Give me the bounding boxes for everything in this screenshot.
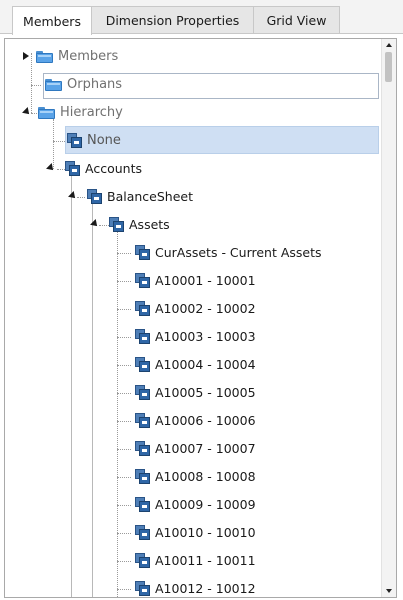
tree-item-label: Members [58,48,119,64]
tree-item-label: Accounts [85,160,142,176]
folder-icon [45,78,62,91]
tree-item-leaf[interactable]: A10001 - 10001 [135,267,256,293]
collapse-arrow-icon[interactable] [22,107,32,117]
member-icon [135,356,150,372]
member-icon [135,580,150,596]
tree-connector [117,232,118,597]
members-tree-panel: Members Orphans Hierarchy None Accounts [4,38,397,598]
member-icon [109,216,124,232]
tab-members-label: Members [23,13,81,29]
tree-connector [117,337,131,338]
tree-item-leaf[interactable]: A10004 - 10004 [135,351,256,377]
tree-connector [117,281,131,282]
tree-connector [117,477,131,478]
member-icon [65,160,80,176]
tree-item-leaf[interactable]: A10007 - 10007 [135,435,256,461]
tree-item-none[interactable]: None [67,127,121,153]
tree-item-label: A10010 - 10010 [155,524,256,540]
collapse-arrow-icon[interactable] [46,163,56,173]
tree-item-label: A10003 - 10003 [155,328,256,344]
tree-item-leaf[interactable]: A10005 - 10005 [135,379,256,405]
tree-item-leaf[interactable]: A10009 - 10009 [135,491,256,517]
tree-item-label: A10012 - 10012 [155,580,256,596]
folder-icon [38,106,55,119]
scrollbar-thumb[interactable] [385,52,392,82]
tree-item-label: A10006 - 10006 [155,412,256,428]
tree-item-hierarchy[interactable]: Hierarchy [22,99,123,125]
tree-item-label: None [87,132,121,148]
tab-dimension-properties[interactable]: Dimension Properties [91,6,254,34]
tree-item-orphans[interactable]: Orphans [45,71,122,97]
member-icon [87,188,102,204]
tab-members[interactable]: Members [12,6,92,35]
collapse-arrow-icon[interactable] [90,219,100,229]
member-icon [135,524,150,540]
scroll-up-icon[interactable] [386,43,392,47]
tree-connector [117,561,131,562]
tree-item-balancesheet[interactable]: BalanceSheet [68,183,193,209]
member-icon [135,272,150,288]
tree-connector [117,421,131,422]
member-icon [135,552,150,568]
tree-item-label: A10007 - 10007 [155,440,256,456]
tree-item-leaf[interactable]: A10010 - 10010 [135,519,256,545]
folder-icon [36,50,53,63]
tree-connector [31,85,41,86]
tree-connector [117,309,131,310]
tree-item-label: A10009 - 10009 [155,496,256,512]
tree-connector [117,393,131,394]
tree-item-label: Hierarchy [60,104,123,120]
tree-item-leaf[interactable]: A10011 - 10011 [135,547,256,573]
member-icon [67,132,82,148]
tree-connector [117,589,131,590]
tree-connector [117,253,131,254]
tree-connector [71,176,72,597]
tree-item-label: Orphans [67,76,123,92]
tree-item-leaf[interactable]: A10008 - 10008 [135,463,256,489]
collapse-arrow-icon[interactable] [68,191,78,201]
tree-item-leaf[interactable]: A10012 - 10012 [135,575,256,597]
tree-item-label: Assets [129,216,170,232]
member-icon [135,468,150,484]
tree-item-leaf[interactable]: CurAssets - Current Assets [135,239,322,265]
tree-item-label: BalanceSheet [107,188,193,204]
member-icon [135,300,150,316]
tree-item-label: A10011 - 10011 [155,552,256,568]
tree-connector [117,365,131,366]
tree-connector [53,141,65,142]
member-icon [135,412,150,428]
tree-item-label: A10008 - 10008 [155,468,256,484]
tab-grid-view-label: Grid View [266,13,327,28]
tree-connector [117,505,131,506]
member-icon [135,244,150,260]
tree-item-label: A10001 - 10001 [155,272,256,288]
vertical-scrollbar[interactable] [381,39,396,597]
tree-connector [92,204,93,597]
tree-connector [117,449,131,450]
tree-item-assets[interactable]: Assets [90,211,170,237]
member-icon [135,328,150,344]
tree-item-label: A10002 - 10002 [155,300,256,316]
tree-item-accounts[interactable]: Accounts [46,155,142,181]
member-icon [135,440,150,456]
tree-item-leaf[interactable]: A10002 - 10002 [135,295,256,321]
member-icon [135,496,150,512]
tree-connector [117,533,131,534]
tree-item-leaf[interactable]: A10003 - 10003 [135,323,256,349]
member-icon [135,384,150,400]
tree-item-label: CurAssets - Current Assets [155,244,322,260]
tab-bar: Members Dimension Properties Grid View [0,0,403,35]
members-tree[interactable]: Members Orphans Hierarchy None Accounts [5,39,381,597]
tab-grid-view[interactable]: Grid View [253,6,340,34]
tree-item-label: A10005 - 10005 [155,384,256,400]
tree-item-leaf[interactable]: A10006 - 10006 [135,407,256,433]
expand-arrow-icon[interactable] [23,52,29,60]
tree-item-label: A10004 - 10004 [155,356,256,372]
tab-dimension-properties-label: Dimension Properties [105,13,240,28]
tree-item-members[interactable]: Members [23,43,118,69]
scroll-down-icon[interactable] [386,589,392,593]
